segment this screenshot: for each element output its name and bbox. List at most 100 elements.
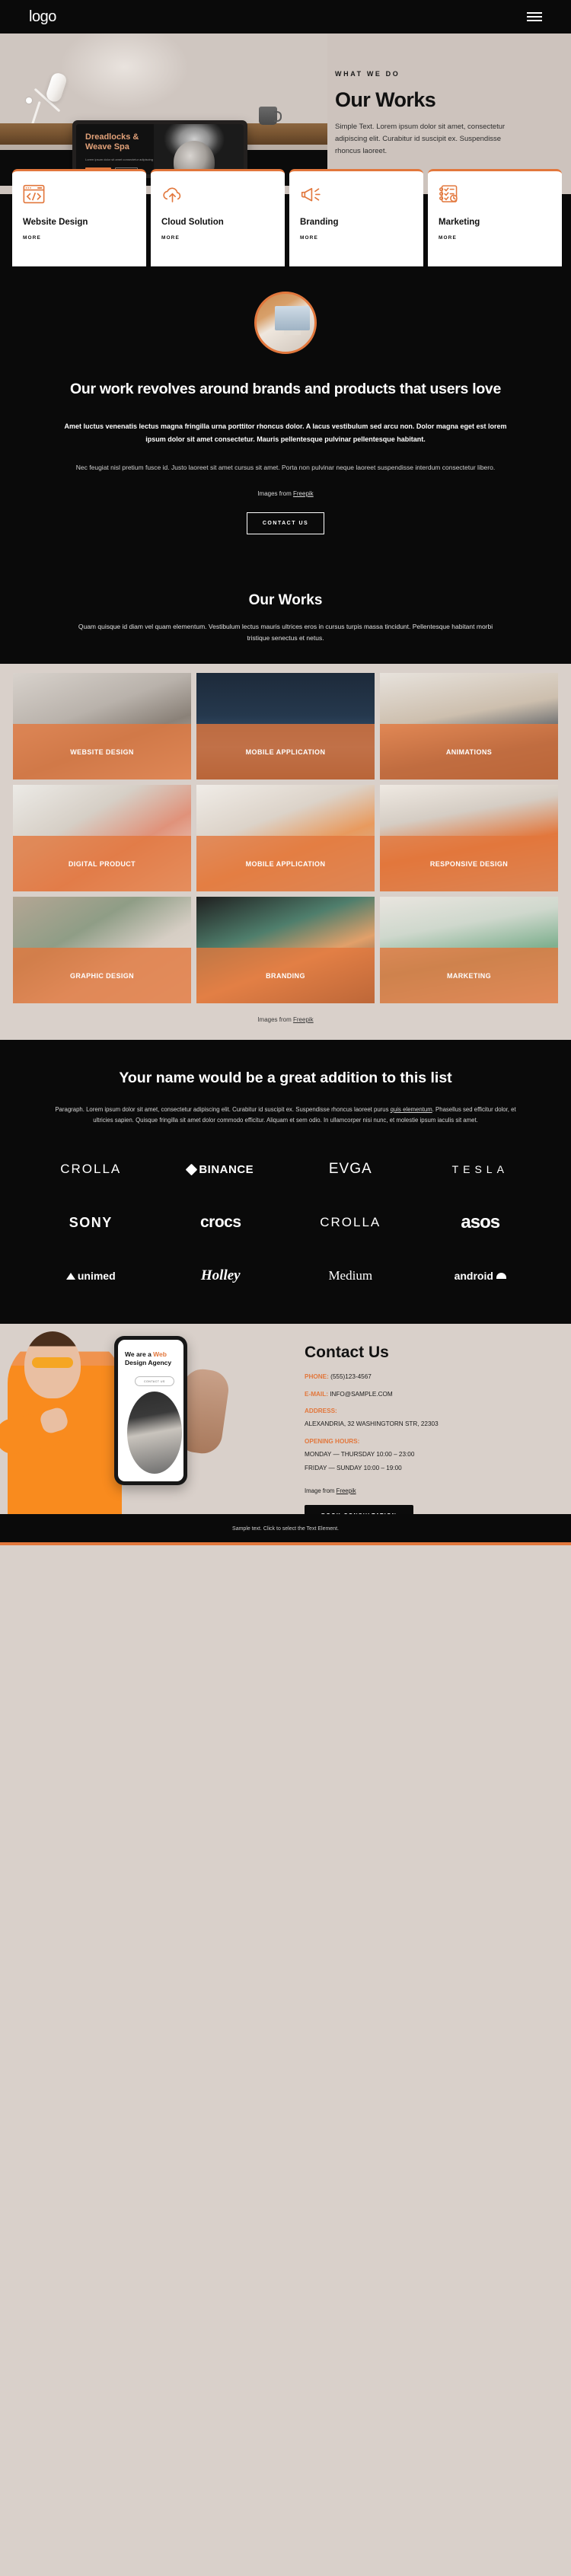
service-card-branding[interactable]: Branding MORE <box>289 169 423 266</box>
phone-screen-circle-image <box>127 1392 182 1474</box>
brand-logo-text: BINANCE <box>199 1162 254 1176</box>
brand-logo-label: Holley <box>200 1267 241 1283</box>
brand-logo-asos: asos <box>416 1210 546 1235</box>
service-card-website-design[interactable]: Website Design MORE <box>12 169 146 266</box>
portfolio-tile[interactable]: DIGITAL PRODUCT <box>13 785 191 891</box>
portfolio-tile[interactable]: WEBSITE DESIGN <box>13 673 191 779</box>
brand-logo-label: CROLLA <box>320 1215 381 1229</box>
phone-heading-part-2: Design Agency <box>125 1359 172 1366</box>
service-card-title: Cloud Solution <box>161 218 224 227</box>
works-credit-link[interactable]: Freepik <box>293 1016 314 1023</box>
phone-screen: We are a Web Design Agency CONTACT US <box>118 1340 183 1481</box>
brand-logo-label: unimed <box>65 1270 116 1282</box>
hero-photo: Dreadlocks & Weave Spa Lorem ipsum dolor… <box>0 33 327 186</box>
contact-email-value[interactable]: INFO@SAMPLE.COM <box>330 1391 392 1398</box>
service-card-title: Branding <box>300 218 339 227</box>
brand-logo-unimed: unimed <box>26 1263 156 1289</box>
service-card-more-link[interactable]: MORE <box>300 235 413 241</box>
brand-logo-label: Medium <box>328 1268 373 1283</box>
hamburger-icon[interactable] <box>527 12 542 21</box>
brand-logo-sony: SONY <box>26 1210 156 1235</box>
brands-paragraph-link[interactable]: quis elementum <box>391 1106 432 1113</box>
tile-overlay: BRANDING <box>196 948 375 1003</box>
phone-heading-part-1: We are a <box>125 1350 154 1358</box>
feature-title: Our work revolves around brands and prod… <box>69 381 502 397</box>
service-card-marketing[interactable]: Marketing MORE <box>428 169 562 266</box>
tile-label: MOBILE APPLICATION <box>245 748 326 756</box>
brands-paragraph-part-1: Paragraph. Lorem ipsum dolor sit amet, c… <box>55 1106 391 1113</box>
phone-screen-heading: We are a Web Design Agency <box>125 1350 178 1367</box>
service-cards-band: Website Design MORE Cloud Solution MORE … <box>0 169 571 266</box>
contact-address-value: ALEXANDRIA, 32 WASHINGTORN STR, 22303 <box>305 1420 439 1427</box>
feature-image-credit: Images from Freepik <box>0 490 571 497</box>
contact-photo: We are a Web Design Agency CONTACT US <box>0 1324 305 1514</box>
laptop-screen: Dreadlocks & Weave Spa Lorem ipsum dolor… <box>76 124 244 174</box>
portfolio-tile[interactable]: RESPONSIVE DESIGN <box>380 785 558 891</box>
brand-logo-label: android <box>455 1270 506 1282</box>
tile-overlay: RESPONSIVE DESIGN <box>380 836 558 891</box>
laptop-screen-portrait <box>154 124 244 174</box>
works-image-credit: Images from Freepik <box>13 1003 558 1040</box>
feature-lead-paragraph: Amet luctus venenatis lectus magna fring… <box>64 422 507 443</box>
feature-contact-button[interactable]: CONTACT US <box>246 512 325 534</box>
tile-overlay: GRAPHIC DESIGN <box>13 948 191 1003</box>
phone-screen-button: CONTACT US <box>135 1376 174 1386</box>
coffee-mug-icon <box>259 107 282 125</box>
brand-logo-holley: Holley <box>156 1263 286 1289</box>
feature-credit-link[interactable]: Freepik <box>293 490 314 497</box>
laptop-screen-title: Dreadlocks & Weave Spa <box>85 132 139 151</box>
brand-logo-android: android <box>416 1263 546 1289</box>
logo[interactable]: logo <box>29 8 56 26</box>
brands-paragraph: Paragraph. Lorem ipsum dolor sit amet, c… <box>49 1105 522 1126</box>
tile-label: RESPONSIVE DESIGN <box>429 859 509 868</box>
megaphone-icon <box>301 187 321 202</box>
footer-text: Sample text. Click to select the Text El… <box>232 1526 339 1532</box>
brand-logo-crolla-2: CROLLA <box>286 1210 416 1235</box>
service-card-cloud-solution[interactable]: Cloud Solution MORE <box>151 169 285 266</box>
portfolio-tile[interactable]: MOBILE APPLICATION <box>196 673 375 779</box>
contact-email-row: E-MAIL: INFO@SAMPLE.COM <box>305 1390 554 1399</box>
brand-logo-crolla: CROLLA <box>26 1156 156 1182</box>
site-header: logo <box>0 0 571 33</box>
contact-address-label: ADDRESS: <box>305 1408 337 1414</box>
feature-sub-paragraph: Nec feugiat nisl pretium fusce id. Justo… <box>75 464 496 471</box>
page-root: logo Dreadlocks & Weave Spa Lorem ipsum … <box>0 0 571 1545</box>
tile-overlay: MOBILE APPLICATION <box>196 836 375 891</box>
feature-credit-prefix: Images from <box>257 490 293 497</box>
service-cards: Website Design MORE Cloud Solution MORE … <box>12 169 562 266</box>
brands-section: Your name would be a great addition to t… <box>0 1040 571 1324</box>
phone-heading-emphasis: Web <box>153 1350 167 1358</box>
portfolio-grid-wrapper: WEBSITE DESIGN MOBILE APPLICATION ANIMAT… <box>0 664 571 1040</box>
contact-credit-link[interactable]: Freepik <box>337 1487 356 1494</box>
portfolio-tile[interactable]: GRAPHIC DESIGN <box>13 897 191 1003</box>
tile-label: ANIMATIONS <box>445 748 493 756</box>
works-paragraph: Quam quisque id diam vel quam elementum.… <box>78 623 493 642</box>
portfolio-tile[interactable]: MOBILE APPLICATION <box>196 785 375 891</box>
unimed-triangle-icon <box>65 1272 75 1280</box>
service-card-more-link[interactable]: MORE <box>23 235 136 241</box>
service-card-more-link[interactable]: MORE <box>161 235 274 241</box>
brand-logo-label: CROLLA <box>60 1162 122 1176</box>
phone-mockup: We are a Web Design Agency CONTACT US <box>114 1336 187 1485</box>
portfolio-tile[interactable]: BRANDING <box>196 897 375 1003</box>
brand-logo-grid: CROLLA BINANCE EVGA TESLA SONY crocs CRO… <box>0 1156 571 1289</box>
page-title: Our Works <box>335 88 436 111</box>
service-card-title: Website Design <box>23 218 88 227</box>
tile-label: BRANDING <box>266 971 305 980</box>
tile-label: MARKETING <box>446 971 492 980</box>
brand-logo-evga: EVGA <box>286 1156 416 1182</box>
brand-logo-label: EVGA <box>328 1161 372 1177</box>
laptop-screen-subtitle: Lorem ipsum dolor sit amet consectetur a… <box>85 158 153 161</box>
code-window-icon <box>23 184 45 204</box>
portfolio-tile[interactable]: MARKETING <box>380 897 558 1003</box>
brand-logo-label: asos <box>461 1212 500 1232</box>
contact-section: We are a Web Design Agency CONTACT US Co… <box>0 1324 571 1514</box>
brand-logo-label: SONY <box>69 1214 113 1230</box>
contact-phone-value[interactable]: (555)123-4567 <box>330 1373 372 1380</box>
portfolio-tile[interactable]: ANIMATIONS <box>380 673 558 779</box>
brand-logo-label: crocs <box>199 1213 241 1231</box>
book-consultation-button[interactable]: BOOK CONSULTATION <box>305 1505 414 1514</box>
hero-paragraph: Simple Text. Lorem ipsum dolor sit amet,… <box>335 123 506 155</box>
service-card-more-link[interactable]: MORE <box>439 235 551 241</box>
brand-logo-crocs: crocs <box>156 1210 286 1235</box>
